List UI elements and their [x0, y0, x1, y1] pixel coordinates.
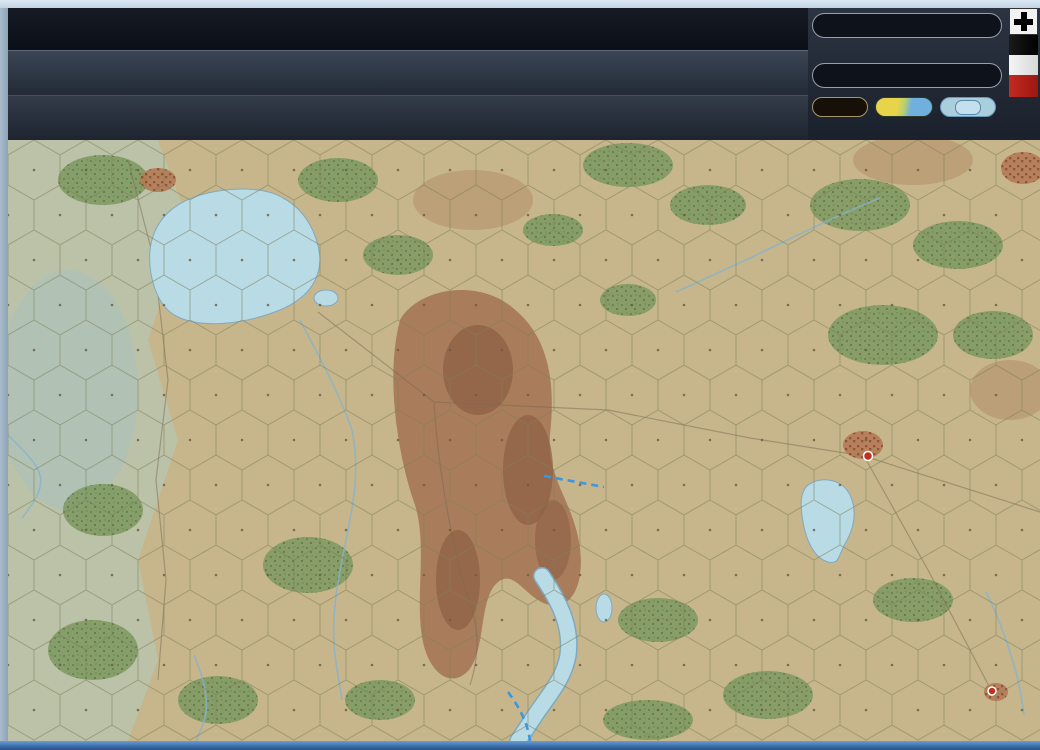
air-status-value — [955, 99, 981, 115]
unit-layer — [8, 140, 1040, 741]
motor-pool-box — [812, 63, 1002, 88]
weather-pill — [875, 97, 933, 117]
map-viewport[interactable] — [8, 140, 1040, 741]
counter-pill — [812, 97, 868, 117]
fkey-toolbar — [8, 95, 808, 142]
german-cross-icon — [1009, 8, 1038, 35]
flag-stripe-white — [1009, 55, 1038, 75]
air-status-pill — [940, 97, 996, 117]
taskbar-strip — [0, 741, 1040, 750]
background-window-left — [0, 8, 8, 741]
screen — [0, 0, 1040, 750]
status-panel — [808, 8, 1040, 140]
background-window-top — [0, 0, 1040, 8]
nation-flag — [1009, 8, 1038, 97]
status-pills — [812, 97, 996, 117]
flag-stripe-red — [1009, 75, 1038, 97]
date-turn-box — [812, 13, 1002, 38]
flag-stripe-black — [1009, 35, 1038, 55]
main-toolbar — [8, 50, 808, 96]
